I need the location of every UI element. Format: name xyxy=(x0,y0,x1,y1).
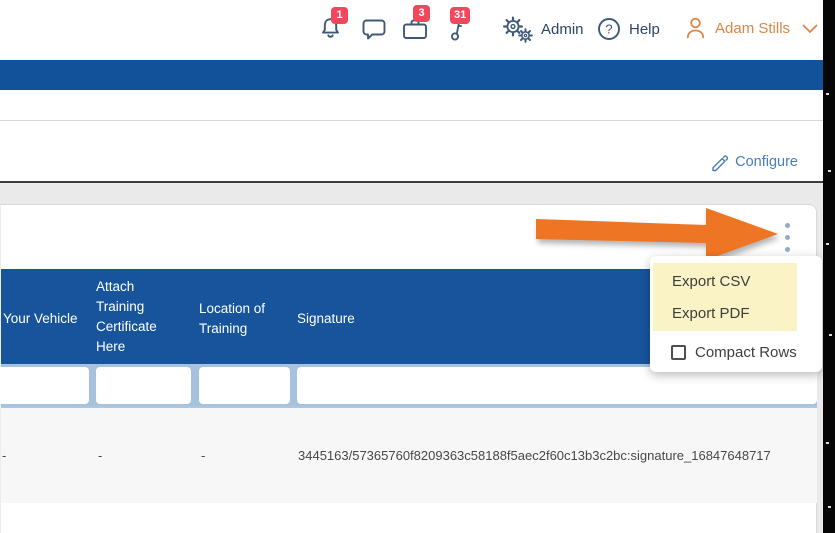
artifact-speck xyxy=(828,170,831,172)
key-badge: 31 xyxy=(450,7,471,24)
primary-nav-bar xyxy=(0,60,823,90)
filter-input-attach-certificate[interactable] xyxy=(96,367,191,404)
chat-icon xyxy=(362,19,386,40)
export-context-menu: Export CSV Export PDF Compact Rows xyxy=(650,256,822,372)
artifact-speck xyxy=(826,442,829,444)
user-menu-button[interactable]: Adam Stills xyxy=(684,16,818,41)
compact-rows-label: Compact Rows xyxy=(695,343,797,361)
help-label: Help xyxy=(629,20,660,38)
briefcase-badge: 3 xyxy=(413,5,430,22)
screen-edge-strip xyxy=(823,0,835,533)
cell-your-vehicle: - xyxy=(2,448,7,463)
cell-location-of-training: - xyxy=(201,448,206,463)
svg-text:?: ? xyxy=(605,22,612,37)
help-icon: ? xyxy=(598,18,620,40)
compact-rows-checkbox[interactable] xyxy=(671,344,686,360)
messages-button[interactable] xyxy=(361,19,387,42)
admin-button[interactable]: Admin xyxy=(502,16,584,43)
configure-button[interactable]: Configure xyxy=(710,150,798,174)
admin-label: Admin xyxy=(541,21,584,38)
configure-label: Configure xyxy=(735,154,798,170)
section-divider-light xyxy=(0,120,823,121)
artifact-speck xyxy=(828,506,831,508)
notifications-badge: 1 xyxy=(331,7,348,24)
help-button[interactable]: ? Help xyxy=(597,17,660,41)
compact-rows-menu-item[interactable]: Compact Rows xyxy=(671,336,797,368)
artifact-speck xyxy=(826,243,829,245)
admin-gears-icon xyxy=(503,16,533,43)
screen: 1 3 31 Admin ? Help Adam Stills Configur… xyxy=(0,0,835,533)
user-avatar-icon xyxy=(686,17,705,39)
column-header-your-vehicle[interactable]: Your Vehicle xyxy=(3,309,83,329)
artifact-speck xyxy=(829,334,832,336)
filter-input-signature[interactable] xyxy=(297,367,817,404)
table-row: - - - 3445163/57365760f8209363c58188f5ae… xyxy=(1,406,817,503)
chevron-down-icon xyxy=(802,24,818,33)
export-pdf-menu-item[interactable]: Export PDF xyxy=(672,298,802,330)
filter-input-location-of-training[interactable] xyxy=(199,367,290,404)
cell-signature: 3445163/57365760f8209363c58188f5aec2f60c… xyxy=(298,448,771,463)
export-csv-menu-item[interactable]: Export CSV xyxy=(672,266,802,298)
user-name: Adam Stills xyxy=(715,20,791,37)
artifact-speck xyxy=(826,93,829,95)
column-header-attach-certificate[interactable]: Attach Training Certificate Here xyxy=(96,277,182,357)
pencil-icon xyxy=(712,154,729,171)
cell-attach-certificate: - xyxy=(98,448,103,463)
column-header-location-of-training[interactable]: Location of Training xyxy=(199,299,291,339)
filter-input-your-vehicle[interactable] xyxy=(0,367,89,404)
column-header-signature[interactable]: Signature xyxy=(297,309,497,329)
top-navigation-bar: 1 3 31 Admin ? Help Adam Stills xyxy=(0,0,823,57)
